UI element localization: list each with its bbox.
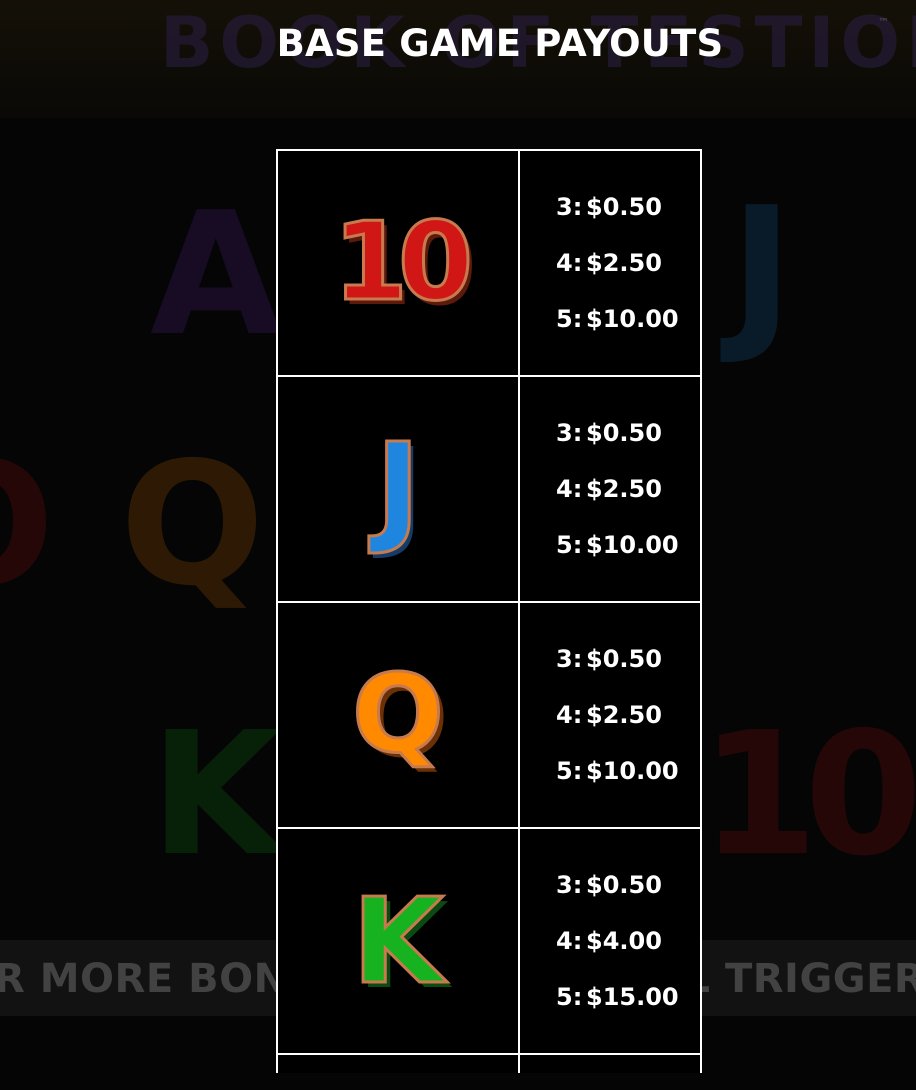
match-count: 3: [556, 193, 583, 221]
bg-symbol-j: J [730, 171, 794, 369]
page-title: BASE GAME PAYOUTS [276, 22, 724, 65]
payout-amount: $10.00 [586, 757, 679, 785]
symbol-cell [278, 1055, 520, 1073]
payout-amount: $10.00 [586, 305, 679, 333]
match-count: 3: [556, 871, 583, 899]
bg-symbol-k: K [150, 696, 282, 894]
payout-line: 5: $10.00 [556, 531, 679, 559]
bg-symbol-q-left: O [0, 440, 55, 610]
payout-amount: $2.50 [586, 475, 662, 503]
q-symbol-icon: Q [351, 652, 446, 777]
payout-line: 3: $0.50 [556, 645, 662, 673]
match-count: 3: [556, 645, 583, 673]
bg-symbol-a: A [150, 176, 282, 374]
payout-amount: $15.00 [586, 983, 679, 1011]
paytable-row: J 3: $0.50 4: $2.50 5: $10.00 [276, 375, 702, 601]
payout-line: 3: $0.50 [556, 871, 662, 899]
symbol-cell: J [278, 377, 520, 601]
payout-cell: 3: $0.50 4: $2.50 5: $10.00 [520, 377, 700, 601]
match-count: 4: [556, 475, 583, 503]
match-count: 4: [556, 927, 583, 955]
payout-cell [520, 1055, 700, 1073]
payout-line: 5: $15.00 [556, 983, 679, 1011]
payout-line: 4: $2.50 [556, 475, 662, 503]
k-symbol-icon: K [351, 872, 445, 1010]
match-count: 4: [556, 701, 583, 729]
bg-symbol-10: 10 [700, 696, 916, 894]
symbol-cell: K [278, 829, 520, 1053]
bg-symbol-q: Q [120, 426, 265, 624]
payout-amount: $4.00 [586, 927, 662, 955]
payout-line: 5: $10.00 [556, 757, 679, 785]
payout-amount: $0.50 [586, 645, 662, 673]
payout-amount: $10.00 [586, 531, 679, 559]
ten-symbol-icon: 10 [331, 200, 474, 325]
paytable: 10 3: $0.50 4: $2.50 5: $10.00 J 3: $0.50 4:… [276, 149, 702, 1073]
payout-amount: $2.50 [586, 249, 662, 277]
paytable-row: Q 3: $0.50 4: $2.50 5: $10.00 [276, 601, 702, 827]
j-symbol-icon: J [374, 419, 422, 558]
match-count: 5: [556, 531, 583, 559]
symbol-cell: Q [278, 603, 520, 827]
paytable-row: 10 3: $0.50 4: $2.50 5: $10.00 [276, 149, 702, 375]
match-count: 3: [556, 419, 583, 447]
payout-line: 3: $0.50 [556, 193, 662, 221]
match-count: 4: [556, 249, 583, 277]
match-count: 5: [556, 983, 583, 1011]
symbol-cell: 10 [278, 151, 520, 375]
payout-amount: $0.50 [586, 871, 662, 899]
payout-amount: $2.50 [586, 701, 662, 729]
payout-line: 4: $2.50 [556, 249, 662, 277]
payout-amount: $0.50 [586, 419, 662, 447]
payout-cell: 3: $0.50 4: $2.50 5: $10.00 [520, 603, 700, 827]
payout-line: 3: $0.50 [556, 419, 662, 447]
payout-amount: $0.50 [586, 193, 662, 221]
payout-line: 4: $4.00 [556, 927, 662, 955]
payout-line: 4: $2.50 [556, 701, 662, 729]
paytable-row: K 3: $0.50 4: $4.00 5: $15.00 [276, 827, 702, 1053]
payout-cell: 3: $0.50 4: $4.00 5: $15.00 [520, 829, 700, 1053]
payout-line: 5: $10.00 [556, 305, 679, 333]
match-count: 5: [556, 305, 583, 333]
paytable-row-partial [276, 1053, 702, 1073]
payout-cell: 3: $0.50 4: $2.50 5: $10.00 [520, 151, 700, 375]
match-count: 5: [556, 757, 583, 785]
